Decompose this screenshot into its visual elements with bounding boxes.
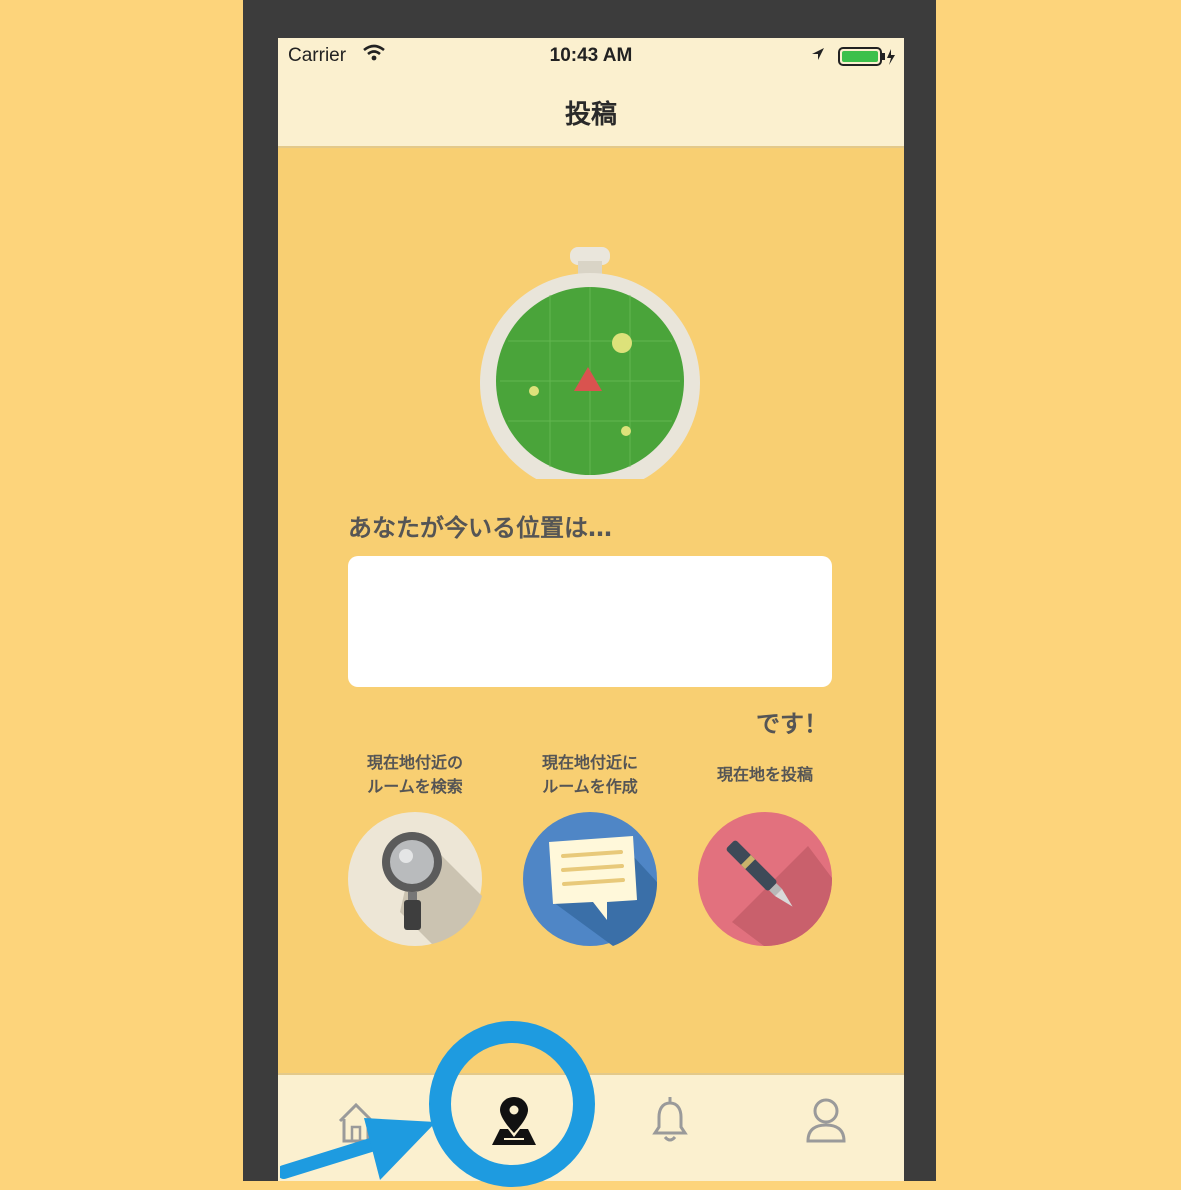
battery-icon [838, 47, 898, 72]
search-nearby-rooms-button[interactable]: 現在地付近の ルームを検索 [340, 748, 490, 946]
bell-icon [652, 1097, 688, 1142]
tab-profile[interactable] [786, 1095, 866, 1145]
tab-notifications[interactable] [630, 1095, 710, 1145]
search-rooms-label: 現在地付近の ルームを検索 [366, 753, 463, 796]
app-screen: Carrier 10:43 AM 投稿 あなたが今いる位置は… です！ 現在地付… [278, 38, 904, 1181]
location-arrow-icon [810, 45, 826, 67]
post-location-label: 現在地を投稿 [716, 765, 813, 784]
arrow-annotation [280, 1118, 436, 1180]
user-icon [806, 1098, 846, 1143]
create-room-label: 現在地付近に ルームを作成 [541, 753, 638, 796]
chat-bubble-icon [523, 812, 657, 946]
page-title: 投稿 [564, 100, 617, 130]
location-suffix: です！ [756, 710, 828, 738]
navigation-bar: 投稿 [278, 74, 904, 148]
current-location-field[interactable] [348, 556, 832, 687]
highlight-circle-annotation [429, 1021, 595, 1187]
post-current-location-button[interactable]: 現在地を投稿 [690, 748, 840, 946]
pen-icon [698, 812, 832, 946]
location-prompt: あなたが今いる位置は… [348, 514, 612, 542]
magnifier-icon [348, 812, 482, 946]
status-bar: Carrier 10:43 AM [278, 38, 904, 74]
create-nearby-room-button[interactable]: 現在地付近に ルームを作成 [515, 748, 665, 946]
radar-icon [480, 247, 700, 479]
